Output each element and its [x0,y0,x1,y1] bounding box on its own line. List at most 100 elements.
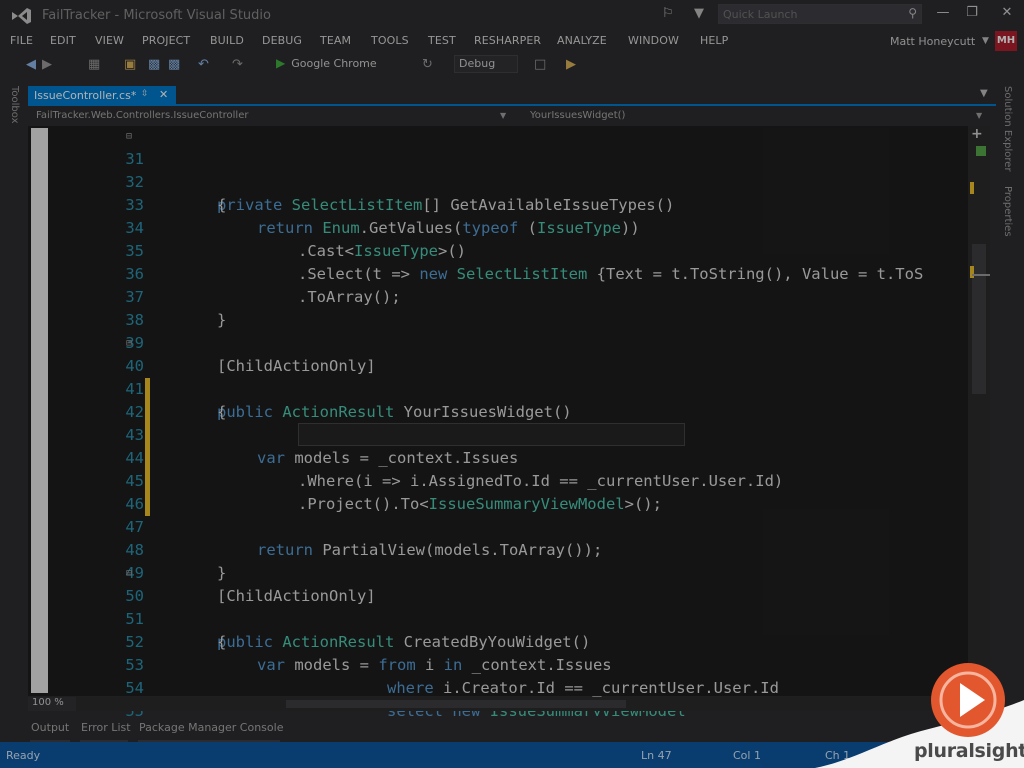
tab-package-manager-console[interactable]: Package Manager Console [139,721,283,734]
avatar[interactable]: MH [995,31,1017,51]
code-line[interactable]: 46 return PartialView(models.ToArray()); [28,470,968,559]
type-navigation-dropdown[interactable]: FailTracker.Web.Controllers.IssueControl… [36,110,248,121]
collapse-icon[interactable]: ⊟ [126,562,132,585]
change-marker [145,470,150,493]
change-marker [145,493,150,516]
code-line[interactable]: 47 } [28,493,968,582]
status-line: Ln 47 [641,749,672,762]
scrollbar-thumb[interactable] [972,244,986,394]
play-icon: ▶ [276,56,286,70]
find-icon[interactable]: □ [534,57,546,72]
solution-explorer-tab[interactable]: Solution Explorer [1002,86,1013,172]
code-line[interactable]: 43 .Where(i => i.AssignedTo.Id == _curre… [28,401,968,490]
back-navigation-icon[interactable]: ◀ [26,57,36,72]
search-icon[interactable]: ⚲ [908,6,917,20]
scrollbar-thumb[interactable] [286,700,626,708]
quick-launch-box[interactable]: ⚲ [718,4,922,24]
filter-icon[interactable]: ▼ [694,6,704,21]
code-line[interactable]: 37 } [28,263,968,329]
menu-test[interactable]: TEST [428,34,456,47]
pluralsight-logo: pluralsight [914,740,1024,762]
menu-file[interactable]: FILE [10,34,33,47]
quick-launch-input[interactable] [723,6,893,22]
tab-overflow-icon[interactable]: ▼ [980,88,988,99]
vertical-scrollbar[interactable]: + [968,126,990,696]
tab-output[interactable]: Output [31,721,69,734]
menu-tools[interactable]: TOOLS [371,34,409,47]
forward-navigation-icon[interactable]: ▶ [42,57,52,72]
split-plus-icon[interactable]: + [971,126,983,142]
code-line[interactable]: 40 ⊟ public ActionResult YourIssuesWidge… [28,332,968,421]
zoom-level-select[interactable]: 100 % [28,697,76,711]
code-line[interactable]: 34 .Cast<IssueType>() [28,194,968,260]
chevron-down-icon[interactable]: ▼ [976,111,982,120]
code-line[interactable]: 41 { [28,355,968,421]
run-target-label: Google Chrome [291,57,377,70]
code-line[interactable]: 42 var models = _context.Issues [28,378,968,467]
collapse-icon[interactable]: ⊟ [126,332,132,355]
undo-icon[interactable]: ↶ [198,57,209,72]
code-line[interactable]: 31 ⊟ private SelectListItem[] GetAvailab… [28,125,968,214]
menu-analyze[interactable]: ANALYZE [557,34,607,47]
code-line[interactable]: 36 .ToArray(); [28,240,968,306]
menu-build[interactable]: BUILD [210,34,244,47]
menu-debug[interactable]: DEBUG [262,34,302,47]
code-line[interactable]: 33 return Enum.GetValues(typeof (IssueTy… [28,171,968,237]
open-folder-icon[interactable]: ▣ [124,57,136,72]
code-line[interactable]: 49 [ChildActionOnly] [28,539,968,605]
code-line[interactable]: 38 [28,286,968,329]
visual-studio-logo [12,8,31,24]
attach-icon[interactable]: ▶ [566,57,576,72]
pin-icon[interactable]: ⇳ [141,89,149,99]
properties-tab[interactable]: Properties [1002,186,1013,237]
collapse-icon[interactable]: ⊟ [126,125,132,148]
close-tab-icon[interactable]: ✕ [159,88,168,101]
tab-error-list[interactable]: Error List [81,721,131,734]
toolbox-strip [0,78,26,718]
menu-project[interactable]: PROJECT [142,34,190,47]
menu-window[interactable]: WINDOW [628,34,679,47]
menu-resharper[interactable]: RESHARPER [474,34,541,47]
minimize-icon[interactable]: — [933,5,953,20]
configuration-select[interactable]: Debug [454,55,518,73]
chevron-down-icon[interactable]: ▼ [500,111,506,120]
toolbox-tab[interactable]: Toolbox [9,86,20,124]
status-text: Ready [6,749,41,762]
start-debugging-button[interactable]: ▶ Google Chrome [276,56,377,74]
window-title: FailTracker - Microsoft Visual Studio [42,8,271,23]
code-line[interactable]: 50 ⊟ public ActionResult CreatedByYouWid… [28,562,968,651]
restore-icon[interactable]: ❐ [962,5,982,20]
menu-edit[interactable]: EDIT [50,34,76,47]
menu-view[interactable]: VIEW [95,34,124,47]
code-line[interactable]: 54 select new IssueSummaryViewModel [28,654,968,720]
code-line[interactable]: 48 [28,516,968,559]
code-line[interactable]: 45 [28,447,968,490]
save-all-icon[interactable]: ▩ [168,57,180,72]
error-status-icon [976,146,986,156]
chevron-down-icon[interactable]: ▼ [982,36,989,46]
close-icon[interactable]: ✕ [997,5,1017,20]
save-icon[interactable]: ▩ [148,57,160,72]
code-line[interactable]: 51 { [28,585,968,651]
notification-flag-icon[interactable]: ⚐ [662,6,674,21]
code-line[interactable]: 52 var models = from i in _context.Issue… [28,608,968,674]
menu-team[interactable]: TEAM [320,34,351,47]
user-name[interactable]: Matt Honeycutt [890,35,975,48]
play-icon[interactable] [929,661,1007,739]
code-line[interactable]: 35 .Select(t => new SelectListItem {Text… [28,217,968,283]
tab-issue-controller[interactable]: IssueController.cs* ⇳ ✕ [28,86,176,106]
menu-help[interactable]: HELP [700,34,728,47]
change-marker [145,378,150,401]
status-column: Col 1 [733,749,761,762]
refresh-icon[interactable]: ↻ [422,57,433,72]
code-line[interactable]: 44 .Project().To<IssueSummaryViewModel>(… [28,424,968,513]
change-marker [145,424,150,447]
code-line[interactable]: 32 { [28,148,968,214]
scroll-change-marker [970,182,974,194]
code-line[interactable]: 39 [ChildActionOnly] [28,309,968,375]
new-project-icon[interactable]: ▦ [88,57,100,72]
code-line[interactable]: 53 where i.Creator.Id == _currentUser.Us… [28,631,968,697]
change-marker [145,447,150,470]
member-navigation-dropdown[interactable]: YourIssuesWidget() [530,110,625,121]
redo-icon[interactable]: ↷ [232,57,243,72]
